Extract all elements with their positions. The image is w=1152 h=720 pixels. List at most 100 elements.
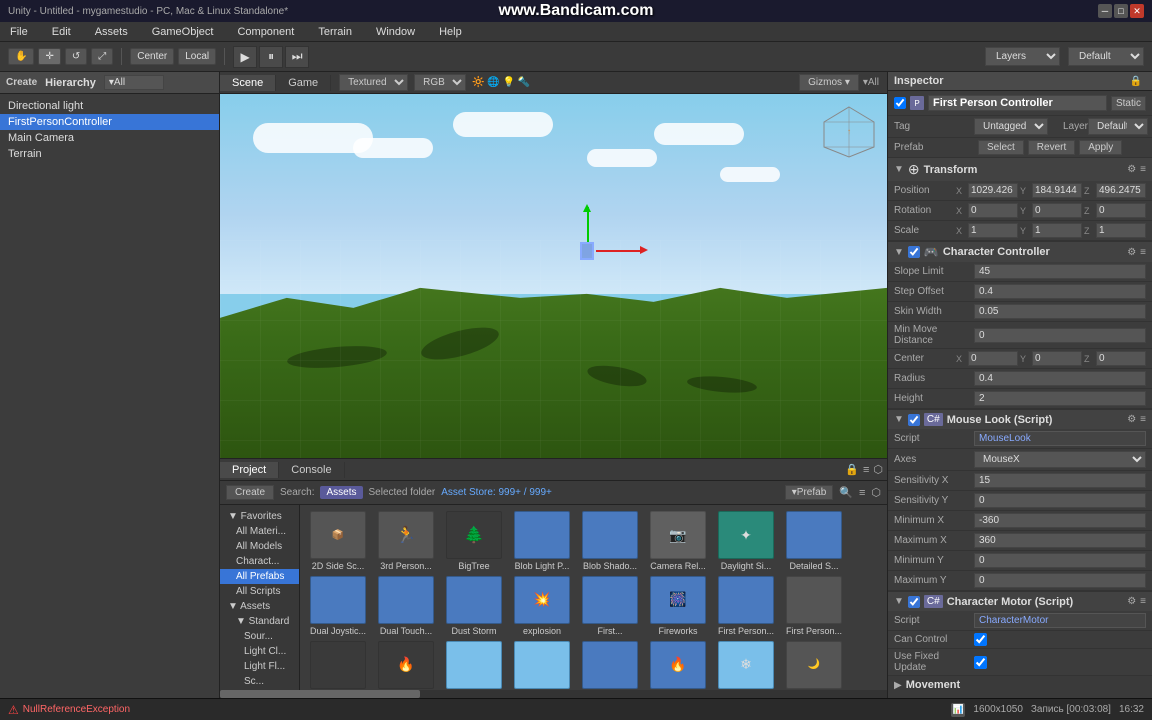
center-y-input[interactable] — [1032, 351, 1082, 366]
cm-script-ref[interactable]: CharacterMotor — [974, 613, 1146, 628]
menu-edit[interactable]: Edit — [46, 24, 77, 40]
center-x-input[interactable] — [968, 351, 1018, 366]
sensitivity-x-input[interactable] — [974, 473, 1146, 488]
cc-menu-icon[interactable]: ≡ — [1140, 247, 1146, 258]
assets-create-button[interactable]: Create — [226, 485, 274, 500]
radius-input[interactable] — [974, 371, 1146, 386]
scale-x-input[interactable] — [968, 223, 1018, 238]
texture-mode-select[interactable]: Textured — [339, 74, 408, 91]
prefab-revert-button[interactable]: Revert — [1028, 140, 1075, 155]
sidebar-all-materials[interactable]: All Materi... — [220, 524, 299, 539]
movement-subheader[interactable]: ▶ Movement — [888, 676, 1152, 694]
lock-icon[interactable]: 🔒 — [845, 463, 859, 476]
cm-settings-icon[interactable]: ⚙ — [1127, 596, 1136, 607]
asset-dust-storm[interactable]: Dust Storm — [442, 576, 506, 637]
menu-help[interactable]: Help — [433, 24, 468, 40]
step-offset-input[interactable] — [974, 284, 1146, 299]
cm-checkbox[interactable] — [908, 596, 920, 608]
asset-fluffy-smoke-1[interactable]: Fluffy Smoke — [442, 641, 506, 690]
selected-folder-label[interactable]: Selected folder — [369, 487, 436, 498]
asset-first-person-2[interactable]: First Person... — [782, 576, 846, 637]
ml-settings-icon[interactable]: ⚙ — [1127, 414, 1136, 425]
assets-scrollbar[interactable] — [220, 690, 887, 698]
asset-store-label[interactable]: Asset Store: 999+ / 999+ — [441, 487, 552, 498]
pos-z-input[interactable] — [1096, 183, 1146, 198]
space-button[interactable]: Local — [178, 48, 216, 65]
maximize-button[interactable]: □ — [1114, 4, 1128, 18]
asset-first-person-1[interactable]: First Person... — [714, 576, 778, 637]
hier-item-fps-controller[interactable]: FirstPersonController — [0, 114, 219, 130]
asset-blob-light[interactable]: Blob Light P... — [510, 511, 574, 572]
sidebar-charact[interactable]: Charact... — [220, 554, 299, 569]
can-control-checkbox[interactable] — [974, 633, 987, 646]
tag-select[interactable]: Untagged — [974, 118, 1048, 135]
sidebar-light-cl[interactable]: Light Cl... — [220, 644, 299, 659]
tab-console[interactable]: Console — [279, 462, 344, 478]
asset-daylight[interactable]: ✦ Daylight Si... — [714, 511, 778, 572]
sidebar-standard[interactable]: ▼ Standard — [220, 614, 299, 629]
mouse-look-header[interactable]: ▼ C# Mouse Look (Script) ⚙ ≡ — [888, 410, 1152, 429]
ml-checkbox[interactable] — [908, 414, 920, 426]
scene-viewport[interactable]: ↑ — [220, 94, 887, 458]
inspector-lock-icon[interactable]: 🔒 — [1130, 76, 1142, 87]
asset-detailed-s[interactable]: Detailed S... — [782, 511, 846, 572]
gizmos-all[interactable]: ▾All — [863, 77, 879, 88]
object-active-checkbox[interactable] — [894, 97, 906, 109]
min-y-input[interactable] — [974, 553, 1146, 568]
asset-2d-side-sc[interactable]: 📦 2D Side Sc... — [306, 511, 370, 572]
menu-component[interactable]: Component — [231, 24, 300, 40]
character-motor-header[interactable]: ▼ C# Character Motor (Script) ⚙ ≡ — [888, 592, 1152, 611]
hier-item-directional-light[interactable]: Directional light — [0, 98, 219, 114]
static-button[interactable]: Static — [1111, 96, 1146, 111]
sidebar-sc[interactable]: Sc... — [220, 674, 299, 689]
panel-menu-icon[interactable]: ≡ — [863, 464, 869, 476]
asset-blob-shadow[interactable]: Blob Shado... — [578, 511, 642, 572]
pivot-button[interactable]: Center — [130, 48, 174, 65]
scale-z-input[interactable] — [1096, 223, 1146, 238]
transform-menu-icon[interactable]: ≡ — [1140, 164, 1146, 175]
menu-gameobject[interactable]: GameObject — [146, 24, 220, 40]
prefab-filter-button[interactable]: ▾Prefab — [785, 485, 833, 500]
sidebar-favorites[interactable]: ▼ Favorites — [220, 509, 299, 524]
jumping-subheader[interactable]: ▶ Jumping — [888, 694, 1152, 698]
rot-y-input[interactable] — [1032, 203, 1082, 218]
asset-fluffy-smoke-2[interactable]: Fluffy Smok... — [510, 641, 574, 690]
rot-z-input[interactable] — [1096, 203, 1146, 218]
asset-camera-rel[interactable]: 📷 Camera Rel... — [646, 511, 710, 572]
transform-settings-icon[interactable]: ⚙ — [1127, 164, 1136, 175]
center-z-input[interactable] — [1096, 351, 1146, 366]
tab-project[interactable]: Project — [220, 462, 279, 478]
layers-dropdown[interactable]: Layers — [985, 47, 1060, 66]
sidebar-light-fl[interactable]: Light Fl... — [220, 659, 299, 674]
gizmos-button[interactable]: Gizmos ▾ — [799, 74, 859, 91]
move-tool[interactable]: ✛ — [38, 48, 60, 65]
hier-item-main-camera[interactable]: Main Camera — [0, 130, 219, 146]
asset-first[interactable]: First... — [578, 576, 642, 637]
asset-fireworks[interactable]: 🎆 Fireworks — [646, 576, 710, 637]
asset-first-person-3[interactable]: First Person... — [306, 641, 370, 690]
pos-x-input[interactable] — [968, 183, 1018, 198]
asset-light-snow[interactable]: ❄ Light Sno... — [714, 641, 778, 690]
layer-select[interactable]: Default — [1088, 118, 1148, 135]
error-message[interactable]: ⚠ NullReferenceException — [8, 703, 943, 717]
assets-tab-label[interactable]: Assets — [320, 486, 362, 499]
ml-script-ref[interactable]: MouseLook — [974, 431, 1146, 446]
prefab-select-button[interactable]: Select — [978, 140, 1024, 155]
minimize-button[interactable]: ─ — [1098, 4, 1112, 18]
height-input[interactable] — [974, 391, 1146, 406]
tab-scene[interactable]: Scene — [220, 75, 276, 91]
sidebar-assets[interactable]: ▼ Assets — [220, 599, 299, 614]
max-y-input[interactable] — [974, 573, 1146, 588]
use-fixed-checkbox[interactable] — [974, 656, 987, 669]
character-controller-header[interactable]: ▼ 🎮 Character Controller ⚙ ≡ — [888, 242, 1152, 262]
hierarchy-search[interactable] — [104, 75, 164, 90]
color-mode-select[interactable]: RGB — [414, 74, 466, 91]
max-x-input[interactable] — [974, 533, 1146, 548]
layout-dropdown[interactable]: Default — [1068, 47, 1144, 66]
skin-width-input[interactable] — [974, 304, 1146, 319]
menu-terrain[interactable]: Terrain — [312, 24, 358, 40]
asset-explosion[interactable]: 💥 explosion — [510, 576, 574, 637]
pos-y-input[interactable] — [1032, 183, 1082, 198]
sidebar-all-models[interactable]: All Models — [220, 539, 299, 554]
close-button[interactable]: ✕ — [1130, 4, 1144, 18]
